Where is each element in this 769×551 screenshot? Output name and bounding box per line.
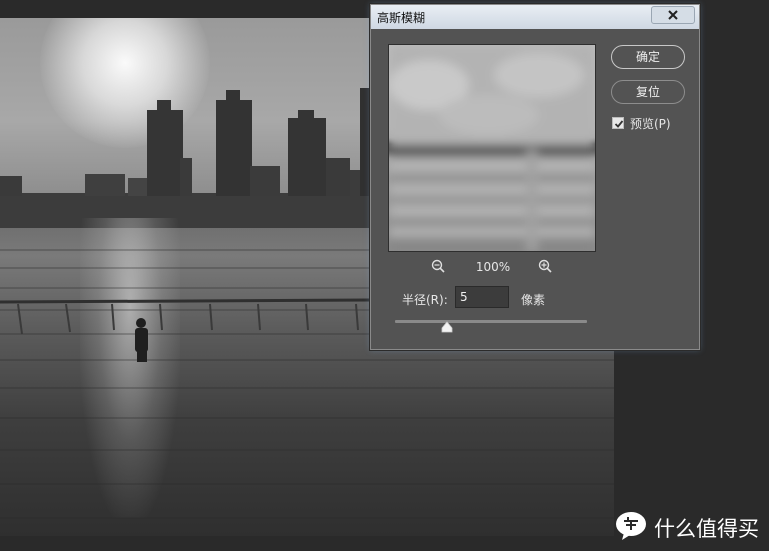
person-silhouette [135,318,148,362]
ok-button[interactable]: 确定 [611,45,685,69]
close-button[interactable] [651,6,695,24]
zoom-out-icon[interactable] [431,259,445,273]
radius-slider[interactable] [395,320,587,323]
radius-input[interactable] [455,286,509,308]
close-icon [668,10,678,20]
blur-preview[interactable] [388,44,596,252]
radius-label: 半径(R): [402,293,448,307]
reset-button[interactable]: 复位 [611,80,685,104]
radius-unit: 像素 [521,293,546,307]
checkmark-icon [614,120,624,128]
speech-bubble-logo-icon [616,512,646,540]
zoom-level: 100% [475,260,511,274]
zoom-in-icon[interactable] [538,259,552,273]
watermark-text: 什么值得买 [654,517,759,541]
watermark: 什么值得买 [614,511,759,541]
dialog-title: 高斯模糊 [377,11,426,25]
preview-checkbox[interactable] [612,117,624,129]
preview-image [389,45,595,251]
dialog-titlebar[interactable]: 高斯模糊 [371,5,699,29]
gaussian-blur-dialog: 高斯模糊 100% 半径(R): 5 像素 确定 复位 预览(P) [370,4,700,350]
preview-label[interactable]: 预览(P) [630,115,671,132]
slider-thumb-icon[interactable] [441,321,453,333]
